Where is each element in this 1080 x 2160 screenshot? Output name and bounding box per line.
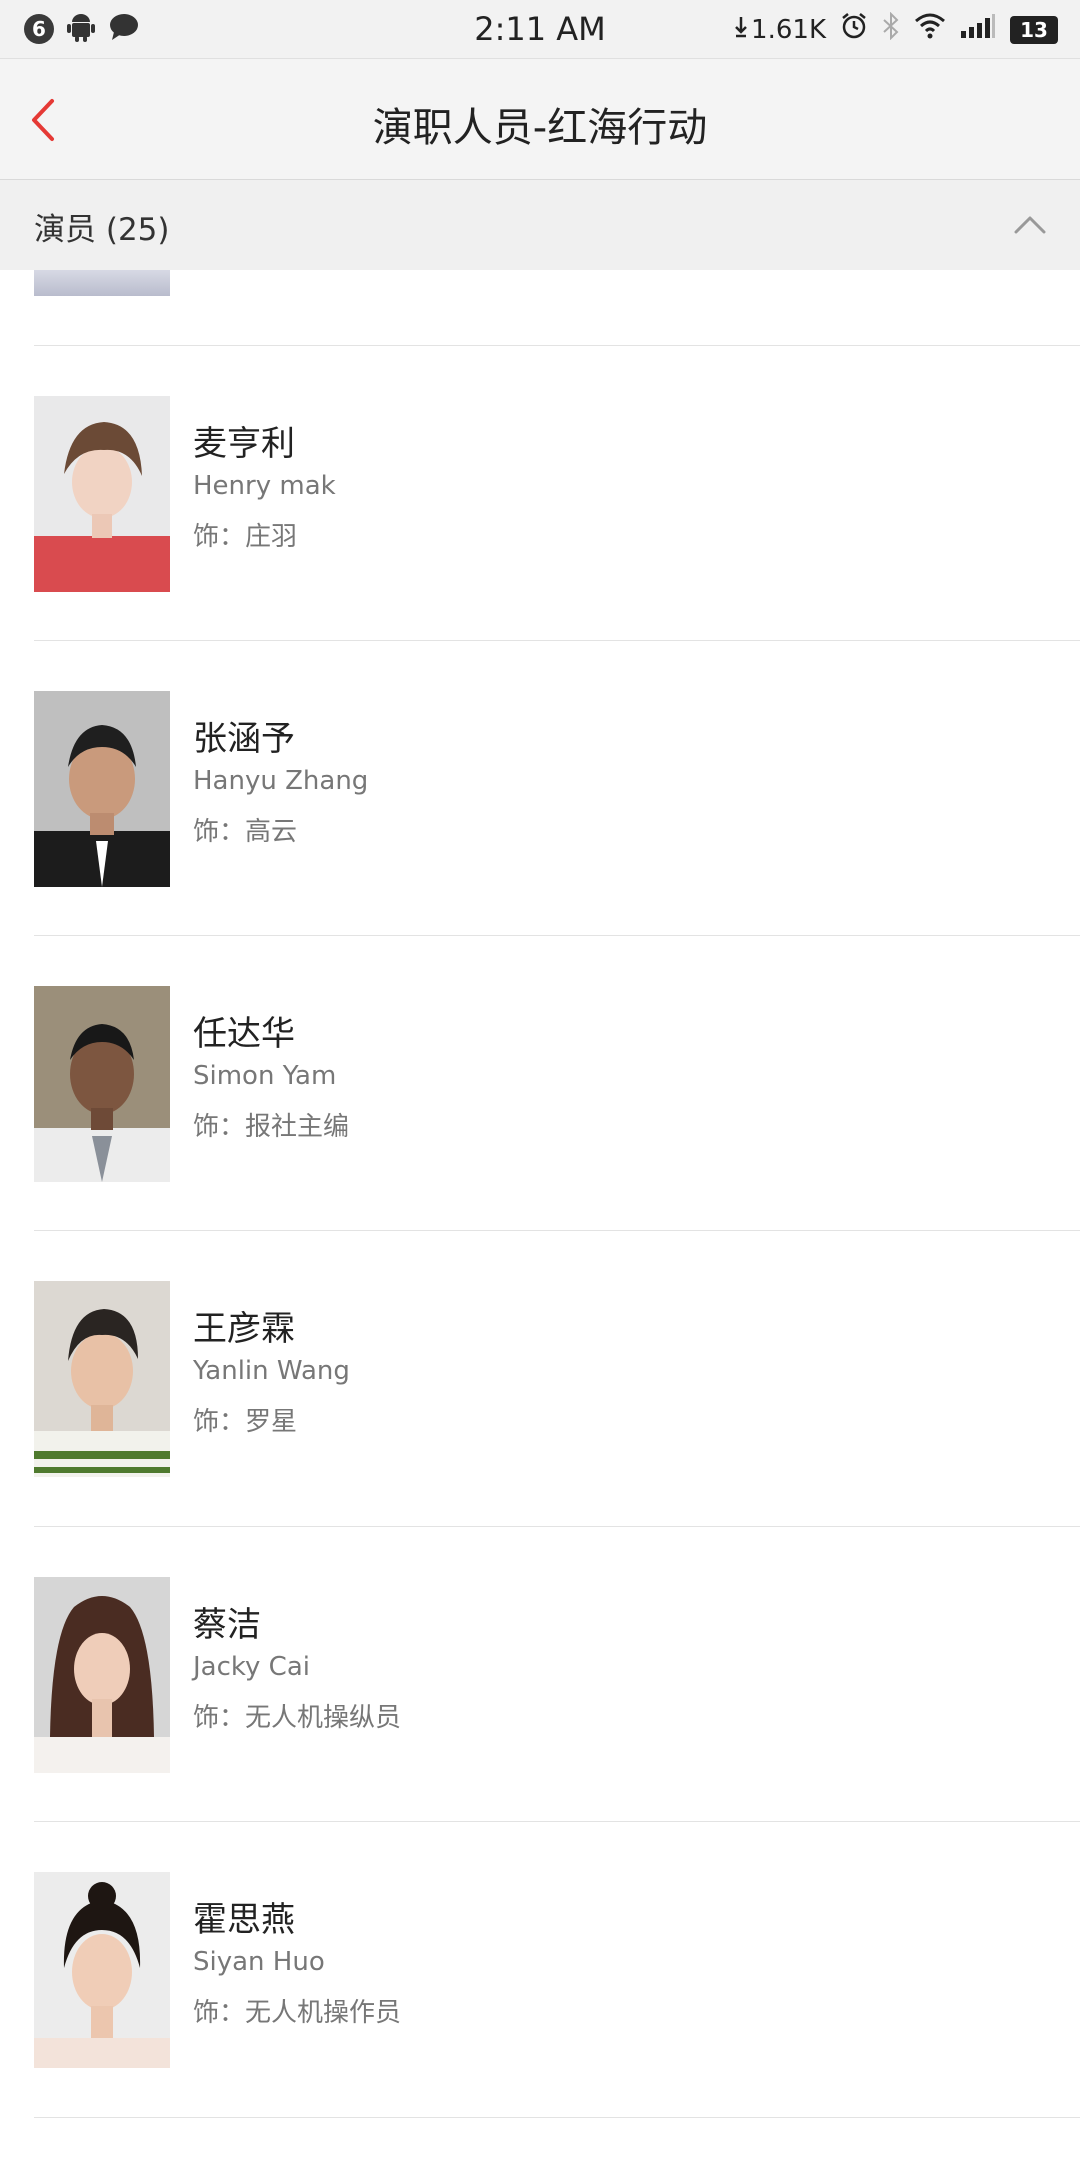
status-right: 1.61K 13	[735, 11, 1058, 47]
cast-list[interactable]: 麦亨利 Henry mak 饰：庄羽 张涵予 Hanyu Zhang 饰：高云	[0, 270, 1080, 2160]
actor-role: 饰：无人机操纵员	[193, 1703, 402, 1733]
actor-name: 王彦霖	[193, 1309, 295, 1349]
actor-english-name: Henry mak	[193, 471, 336, 501]
network-speed: 1.61K	[751, 14, 826, 45]
title-bar: 演职人员-红海行动	[0, 59, 1080, 180]
status-bar: 6 2:11 AM 1.61K 13	[0, 0, 1080, 59]
actor-name: 霍思燕	[193, 1900, 295, 1940]
cast-list-item[interactable]: 麦亨利 Henry mak 饰：庄羽	[0, 346, 1080, 640]
actor-name: 蔡洁	[193, 1605, 261, 1645]
signal-icon	[960, 13, 996, 46]
cast-list-item[interactable]: 王彦霖 Yanlin Wang 饰：罗星	[0, 1231, 1080, 1525]
battery-indicator: 13	[1010, 15, 1058, 44]
actor-english-name: Yanlin Wang	[193, 1356, 350, 1386]
actor-photo-partial	[34, 270, 170, 296]
alarm-icon	[840, 12, 868, 47]
cast-list-item[interactable]: 张涵予 Hanyu Zhang 饰：高云	[0, 641, 1080, 935]
actor-photo	[34, 396, 170, 592]
wifi-icon	[914, 13, 946, 46]
actor-photo	[34, 986, 170, 1182]
actor-photo	[34, 1872, 170, 2068]
actor-photo	[34, 691, 170, 887]
actor-photo	[34, 1577, 170, 1773]
download-speed-icon	[735, 15, 747, 45]
actor-english-name: Jacky Cai	[193, 1652, 310, 1682]
actor-english-name: Siyan Huo	[193, 1947, 325, 1977]
actor-role: 饰：高云	[193, 817, 298, 847]
cast-list-item[interactable]: 任达华 Simon Yam 饰：报社主编	[0, 936, 1080, 1230]
actor-role: 饰：罗星	[193, 1407, 298, 1437]
actor-photo	[34, 1281, 170, 1477]
actor-role: 饰：报社主编	[193, 1112, 350, 1142]
actor-english-name: Hanyu Zhang	[193, 766, 369, 796]
actor-name: 麦亨利	[193, 424, 295, 464]
divider	[34, 2117, 1080, 2118]
page-title: 演职人员-红海行动	[372, 105, 708, 151]
cast-list-item[interactable]: 霍思燕 Siyan Huo 饰：无人机操作员	[0, 1822, 1080, 2116]
bluetooth-icon	[882, 11, 900, 47]
actor-name: 任达华	[193, 1014, 295, 1054]
actor-name: 张涵予	[193, 719, 295, 759]
actor-role: 饰：庄羽	[193, 522, 298, 552]
chevron-up-icon[interactable]	[1010, 206, 1050, 246]
cast-list-item[interactable]: 蔡洁 Jacky Cai 饰：无人机操纵员	[0, 1527, 1080, 1821]
actor-role: 饰：无人机操作员	[193, 1998, 402, 2028]
section-title: 演员 (25)	[34, 212, 170, 248]
actor-english-name: Simon Yam	[193, 1061, 337, 1091]
section-header-actors[interactable]: 演员 (25)	[0, 180, 1080, 270]
